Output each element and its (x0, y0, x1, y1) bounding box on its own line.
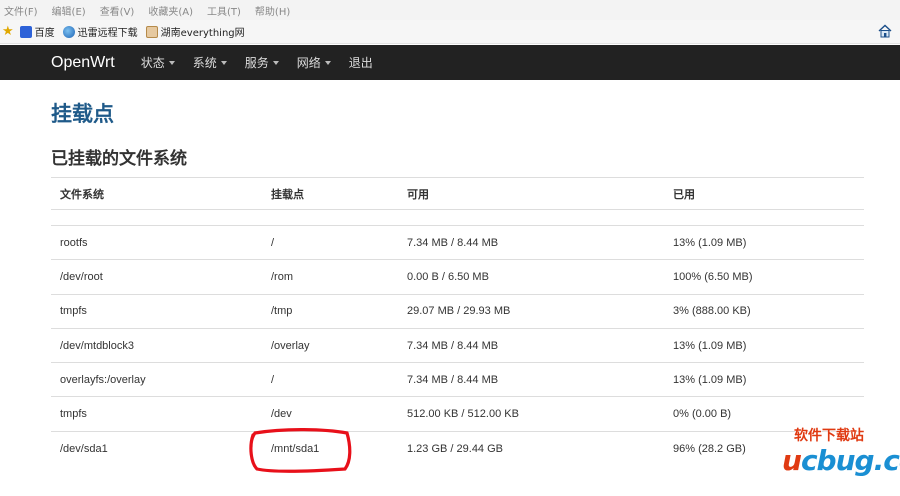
header-used: 已用 (664, 177, 864, 210)
chevron-down-icon (272, 60, 279, 65)
cell-filesystem: tmpfs (51, 293, 262, 329)
xunlei-icon (62, 25, 75, 38)
cell-available: 512.00 KB / 512.00 KB (398, 396, 664, 432)
nav-network[interactable]: 网络 (297, 54, 331, 71)
cell-available: 29.07 MB / 29.93 MB (398, 293, 664, 329)
header-available: 可用 (398, 177, 664, 210)
favorite-baidu-label: 百度 (34, 28, 55, 39)
cell-filesystem: /dev/sda1 (51, 430, 262, 466)
cell-mountpoint: /rom (262, 259, 398, 295)
cell-used: 100% (6.50 MB) (664, 259, 864, 295)
browser-menu-bar: 文件(F) 编辑(E) 查看(V) 收藏夹(A) 工具(T) 帮助(H) (0, 0, 900, 20)
favorite-hunan-label: 湖南everything网 (160, 28, 245, 39)
spacer-cell (51, 209, 864, 226)
chevron-down-icon (220, 60, 227, 65)
nav-status[interactable]: 状态 (141, 54, 175, 71)
favorite-xunlei[interactable]: 迅雷远程下载 (62, 24, 138, 39)
section-title: 已挂载的文件系统 (51, 149, 187, 169)
cell-available: 7.34 MB / 8.44 MB (398, 224, 664, 260)
cell-filesystem: rootfs (51, 224, 262, 260)
cell-filesystem: tmpfs (51, 396, 262, 432)
menu-help[interactable]: 帮助(H) (255, 3, 290, 18)
favorite-baidu[interactable]: 百度 (19, 24, 55, 39)
nav-system[interactable]: 系统 (193, 54, 227, 71)
watermark-tld: .cc (873, 444, 900, 477)
nav-logout-label: 退出 (348, 56, 373, 70)
table-row: /dev/root /rom 0.00 B / 6.50 MB 100% (6.… (51, 259, 864, 295)
hunan-icon (145, 25, 158, 38)
table-row: /dev/sda1 /mnt/sda1 1.23 GB / 29.44 GB 9… (51, 430, 864, 466)
cell-mountpoint: / (262, 362, 398, 397)
nav-status-label: 状态 (140, 56, 165, 70)
cell-mountpoint: /tmp (262, 293, 398, 329)
mounted-filesystems-table: 文件系统 挂载点 可用 已用 rootfs / 7.34 MB / 8.44 M… (51, 177, 864, 466)
highlight-annotation (249, 428, 352, 473)
favorites-star-icon[interactable]: ★ (2, 24, 14, 39)
home-icon[interactable] (878, 24, 892, 38)
watermark-cbug: cbug (800, 444, 875, 477)
header-filesystem: 文件系统 (51, 177, 262, 210)
menu-file[interactable]: 文件(F) (4, 3, 38, 18)
nav-services[interactable]: 服务 (245, 54, 279, 71)
cell-used: 3% (888.00 KB) (664, 293, 864, 329)
favorite-xunlei-label: 迅雷远程下载 (77, 28, 138, 39)
table-row: rootfs / 7.34 MB / 8.44 MB 13% (1.09 MB) (51, 224, 864, 260)
watermark-logo: ucbug.cc (782, 444, 900, 477)
nav-system-label: 系统 (192, 56, 217, 70)
brand-logo[interactable]: OpenWrt (51, 54, 115, 72)
watermark-u: u (782, 444, 802, 477)
watermark-subtitle: 软件下载站 (794, 428, 864, 444)
cell-filesystem: /dev/root (51, 259, 262, 295)
cell-used: 13% (1.09 MB) (664, 362, 864, 397)
cell-available: 7.34 MB / 8.44 MB (398, 327, 664, 363)
menu-tools[interactable]: 工具(T) (207, 3, 241, 18)
nav-network-label: 网络 (296, 56, 321, 70)
table-row: overlayfs:/overlay / 7.34 MB / 8.44 MB 1… (51, 362, 864, 397)
cell-mountpoint: / (262, 224, 398, 260)
table-header-row: 文件系统 挂载点 可用 已用 (51, 177, 864, 210)
favorite-hunan[interactable]: 湖南everything网 (145, 24, 245, 39)
page-title: 挂载点 (51, 102, 114, 126)
cell-mountpoint: /overlay (262, 327, 398, 363)
chevron-down-icon (324, 60, 331, 65)
chevron-down-icon (168, 60, 175, 65)
menu-view[interactable]: 查看(V) (100, 3, 135, 18)
top-navbar: OpenWrt 状态 系统 服务 网络 退出 (0, 45, 900, 80)
cell-used: 13% (1.09 MB) (664, 224, 864, 260)
cell-available: 0.00 B / 6.50 MB (398, 259, 664, 295)
nav-logout[interactable]: 退出 (349, 54, 373, 71)
cell-filesystem: overlayfs:/overlay (51, 362, 262, 397)
table-spacer-row (51, 209, 864, 226)
table-row: tmpfs /tmp 29.07 MB / 29.93 MB 3% (888.0… (51, 293, 864, 329)
cell-filesystem: /dev/mtdblock3 (51, 327, 262, 363)
cell-available: 7.34 MB / 8.44 MB (398, 362, 664, 397)
table-row: /dev/mtdblock3 /overlay 7.34 MB / 8.44 M… (51, 327, 864, 363)
baidu-icon (19, 25, 32, 38)
menu-favorites[interactable]: 收藏夹(A) (148, 3, 193, 18)
header-mountpoint: 挂载点 (262, 177, 398, 210)
favorites-bar: ★ 百度 迅雷远程下载 湖南everything网 (0, 20, 900, 44)
menu-edit[interactable]: 编辑(E) (52, 3, 86, 18)
table-row: tmpfs /dev 512.00 KB / 512.00 KB 0% (0.0… (51, 396, 864, 432)
cell-available: 1.23 GB / 29.44 GB (398, 430, 664, 466)
cell-used: 13% (1.09 MB) (664, 327, 864, 363)
nav-services-label: 服务 (244, 56, 269, 70)
